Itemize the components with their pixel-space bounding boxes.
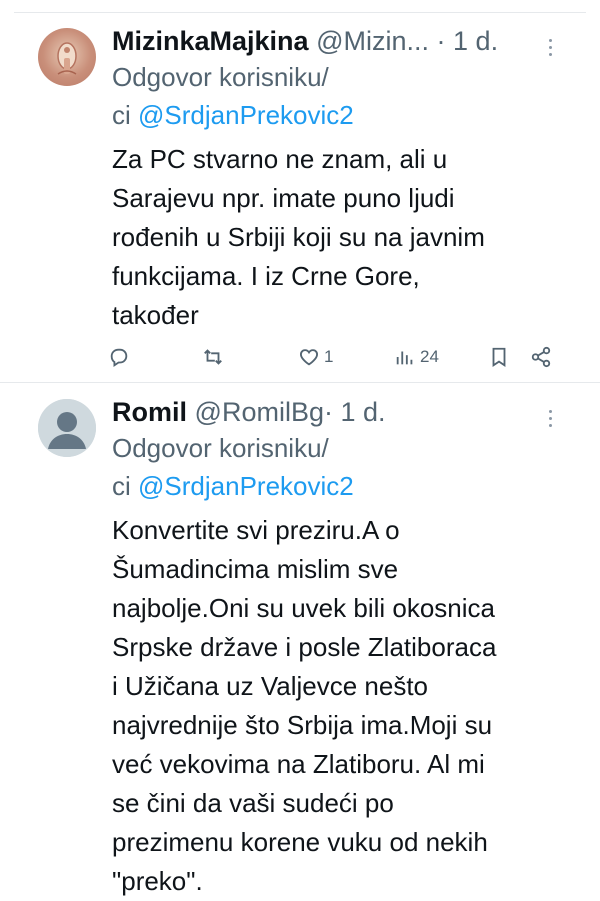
tweet-header: Romil @RomilBg· 1 d.	[112, 395, 560, 429]
timestamp[interactable]: 1 d.	[340, 397, 385, 427]
avatar[interactable]	[38, 399, 96, 457]
separator: ·	[323, 397, 333, 427]
share-icon	[531, 346, 551, 368]
tweet-text: Konvertite svi preziru.A o Šumadincima m…	[112, 515, 497, 896]
reply-context: Odgovor korisniku/ ci @SrdjanPrekovic2	[112, 429, 560, 505]
share-button[interactable]	[530, 342, 552, 372]
tweet-header: MizinkaMajkina @Mizin... · 1 d.	[112, 24, 560, 58]
display-name[interactable]: Romil	[112, 397, 187, 427]
more-icon[interactable]	[540, 403, 560, 433]
action-bar: 1 24	[102, 342, 562, 372]
like-count: 1	[324, 347, 334, 366]
reply-prefix: Odgovor korisniku/	[112, 433, 329, 463]
avatar[interactable]	[38, 28, 96, 86]
avatar-image	[57, 42, 77, 75]
retweet-button[interactable]	[202, 342, 224, 372]
default-avatar-icon	[38, 399, 96, 457]
reply-icon	[110, 348, 128, 367]
retweet-icon	[204, 349, 222, 365]
tweet[interactable]: Romil @RomilBg· 1 d. Odgovor korisniku/ …	[0, 383, 600, 900]
display-name[interactable]: MizinkaMajkina	[112, 26, 309, 56]
view-count: 24	[420, 347, 439, 366]
views-icon	[396, 351, 413, 365]
reply-prefix: Odgovor korisniku/	[112, 62, 329, 92]
tweet-text: Za PC stvarno ne znam, ali u Sarajevu np…	[112, 144, 485, 330]
reply-prefix-2: ci	[112, 100, 131, 130]
views-button[interactable]: 24	[394, 342, 439, 372]
tweet-content: MizinkaMajkina @Mizin... · 1 d. Odgovor …	[112, 24, 560, 335]
tweet-content: Romil @RomilBg· 1 d. Odgovor korisniku/ …	[112, 395, 560, 901]
separator: ·	[436, 26, 446, 56]
tweet[interactable]: MizinkaMajkina @Mizin... · 1 d. Odgovor …	[0, 12, 600, 382]
heart-icon	[300, 349, 318, 366]
like-button[interactable]: 1	[298, 342, 333, 372]
timestamp[interactable]: 1 d.	[453, 26, 498, 56]
reply-context: Odgovor korisniku/ ci @SrdjanPrekovic2	[112, 58, 560, 134]
more-icon[interactable]	[540, 32, 560, 62]
bookmark-button[interactable]	[488, 342, 510, 372]
reply-button[interactable]	[108, 342, 130, 372]
handle[interactable]: @Mizin...	[316, 26, 429, 56]
reply-prefix-2: ci	[112, 471, 131, 501]
reply-mention[interactable]: @SrdjanPrekovic2	[138, 471, 354, 501]
handle[interactable]: @RomilBg	[195, 397, 324, 427]
reply-mention[interactable]: @SrdjanPrekovic2	[138, 100, 354, 130]
bookmark-icon	[492, 347, 506, 367]
